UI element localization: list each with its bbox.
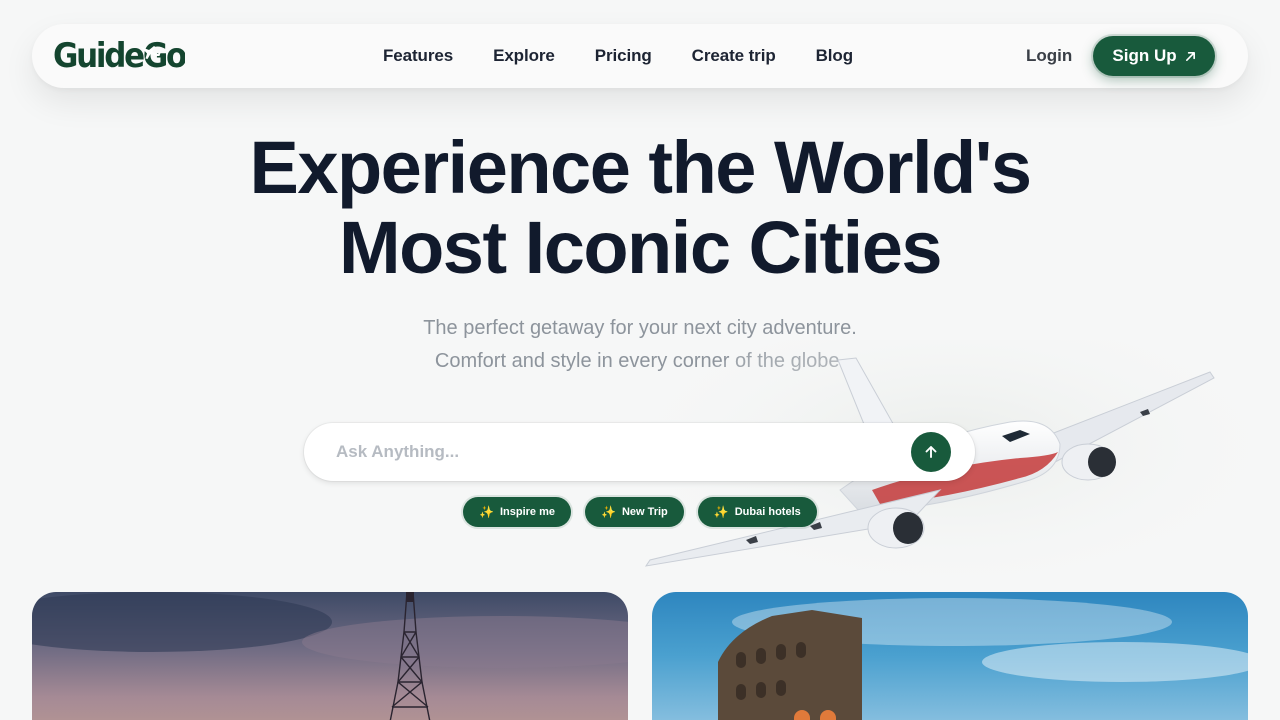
login-link[interactable]: Login <box>1026 46 1072 66</box>
submit-search-button[interactable] <box>911 432 951 472</box>
guidego-logo[interactable]: GuideGo <box>53 35 185 75</box>
logo-wordmark: GuideGo <box>53 36 185 75</box>
sparkles-icon: ✨ <box>713 505 729 519</box>
arrow-up-icon <box>925 446 937 458</box>
sign-up-label: Sign Up <box>1112 46 1177 65</box>
nav-link-pricing[interactable]: Pricing <box>595 46 652 66</box>
chip-label: Dubai hotels <box>734 506 801 518</box>
sign-up-button[interactable]: Sign Up <box>1093 36 1215 76</box>
hero-headline: Experience the World's Most Iconic Citie… <box>140 128 1140 288</box>
chip-new-trip[interactable]: ✨ New Trip <box>584 497 684 527</box>
nav-link-explore[interactable]: Explore <box>493 46 555 66</box>
chip-label: New Trip <box>621 506 668 518</box>
paris-destination-card[interactable] <box>32 592 628 720</box>
colosseum-image <box>718 598 1248 720</box>
top-navbar: GuideGo Features Explore Pricing Create … <box>32 24 1248 88</box>
hero-headline-line-2: Most Iconic Cities <box>338 206 943 289</box>
eiffel-tower-image <box>32 592 628 720</box>
nav-link-create-trip[interactable]: Create trip <box>692 46 776 66</box>
nav-link-features[interactable]: Features <box>383 46 453 66</box>
suggestion-chips: ✨ Inspire me ✨ New Trip ✨ Dubai hotels <box>463 497 817 527</box>
primary-nav: Features Explore Pricing Create trip Blo… <box>383 24 853 88</box>
chip-inspire-me[interactable]: ✨ Inspire me <box>463 497 571 527</box>
rome-destination-card[interactable] <box>652 592 1248 720</box>
arrow-up-right-icon <box>1185 51 1195 61</box>
ask-anything-search-bar <box>304 423 975 481</box>
nav-link-blog[interactable]: Blog <box>816 46 853 66</box>
chip-label: Inspire me <box>499 506 555 518</box>
chip-dubai-hotels[interactable]: ✨ Dubai hotels <box>697 497 817 527</box>
hero-headline-line-1: Experience the World's <box>249 126 1032 209</box>
sparkles-icon: ✨ <box>479 505 494 519</box>
sparkles-icon: ✨ <box>600 505 616 519</box>
svg-text:GuideGo: GuideGo <box>53 36 185 75</box>
ask-anything-input[interactable] <box>336 423 896 481</box>
hero-subtitle-line-1: The perfect getaway for your next city a… <box>423 317 857 339</box>
